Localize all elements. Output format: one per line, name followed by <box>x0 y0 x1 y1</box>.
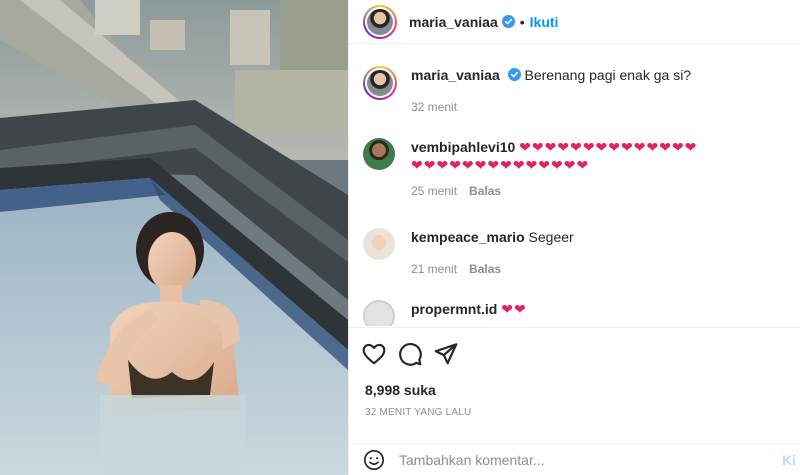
verified-badge-icon <box>507 68 521 81</box>
verified-badge-icon <box>501 15 515 28</box>
heart-icon[interactable] <box>361 341 387 367</box>
post-photo[interactable] <box>0 0 348 475</box>
comment-item: propermnt.id ❤❤ <box>363 300 790 326</box>
caption-username[interactable]: maria_vaniaa <box>411 67 500 83</box>
comment-username[interactable]: propermnt.id <box>411 301 497 317</box>
follow-button[interactable]: Ikuti <box>530 14 559 30</box>
like-count[interactable]: 8,998 suka <box>365 382 436 398</box>
paper-plane-icon[interactable] <box>433 341 459 367</box>
comment-bubble-icon[interactable] <box>397 341 423 367</box>
commenter-avatar[interactable] <box>363 228 395 260</box>
author-avatar[interactable] <box>363 4 397 39</box>
caption-text: Berenang pagi enak ga si? <box>524 67 692 83</box>
comments-list[interactable]: maria_vaniaa Berenang pagi enak ga si? 3… <box>349 44 800 326</box>
reply-button[interactable]: Balas <box>469 262 501 276</box>
comment-hearts-line1: ❤❤❤❤❤❤❤❤❤❤❤❤❤❤ <box>519 139 698 155</box>
comment-time: 25 menit <box>411 184 458 198</box>
caption-time: 32 menit <box>411 100 458 114</box>
caption-avatar[interactable] <box>363 66 397 100</box>
comment-item: kempeace_mario Segeer 21 menit Balas <box>363 228 790 278</box>
post-comment-button[interactable]: Ki <box>782 452 800 468</box>
commenter-avatar[interactable] <box>363 300 395 326</box>
comment-text: ❤❤ <box>501 301 527 317</box>
separator-dot: • <box>519 13 525 30</box>
post-detail-panel: maria_vaniaa • Ikuti maria_vaniaa Berena… <box>348 0 800 475</box>
post-actions: 8,998 suka 32 MENIT YANG LALU <box>349 327 800 418</box>
comment-time: 21 menit <box>411 262 458 276</box>
comment-input[interactable] <box>399 451 739 468</box>
commenter-avatar[interactable] <box>363 138 395 170</box>
reply-button[interactable]: Balas <box>469 184 501 198</box>
author-username[interactable]: maria_vaniaa <box>409 14 498 30</box>
caption-row: maria_vaniaa Berenang pagi enak ga si? 3… <box>363 66 790 116</box>
comment-text: Segeer <box>528 229 574 245</box>
emoji-icon[interactable] <box>363 449 385 471</box>
comment-username[interactable]: kempeace_mario <box>411 229 525 245</box>
pool-photo-illustration <box>0 0 348 475</box>
post-header: maria_vaniaa • Ikuti <box>349 0 800 44</box>
post-timestamp: 32 MENIT YANG LALU <box>365 407 472 418</box>
comment-composer: Ki <box>349 443 800 475</box>
comment-item: vembipahlevi10 ❤❤❤❤❤❤❤❤❤❤❤❤❤❤ ❤❤❤❤❤❤❤❤❤❤❤… <box>363 138 790 200</box>
comment-hearts-line2: ❤❤❤❤❤❤❤❤❤❤❤❤❤❤ <box>411 157 590 173</box>
comment-username[interactable]: vembipahlevi10 <box>411 139 515 155</box>
